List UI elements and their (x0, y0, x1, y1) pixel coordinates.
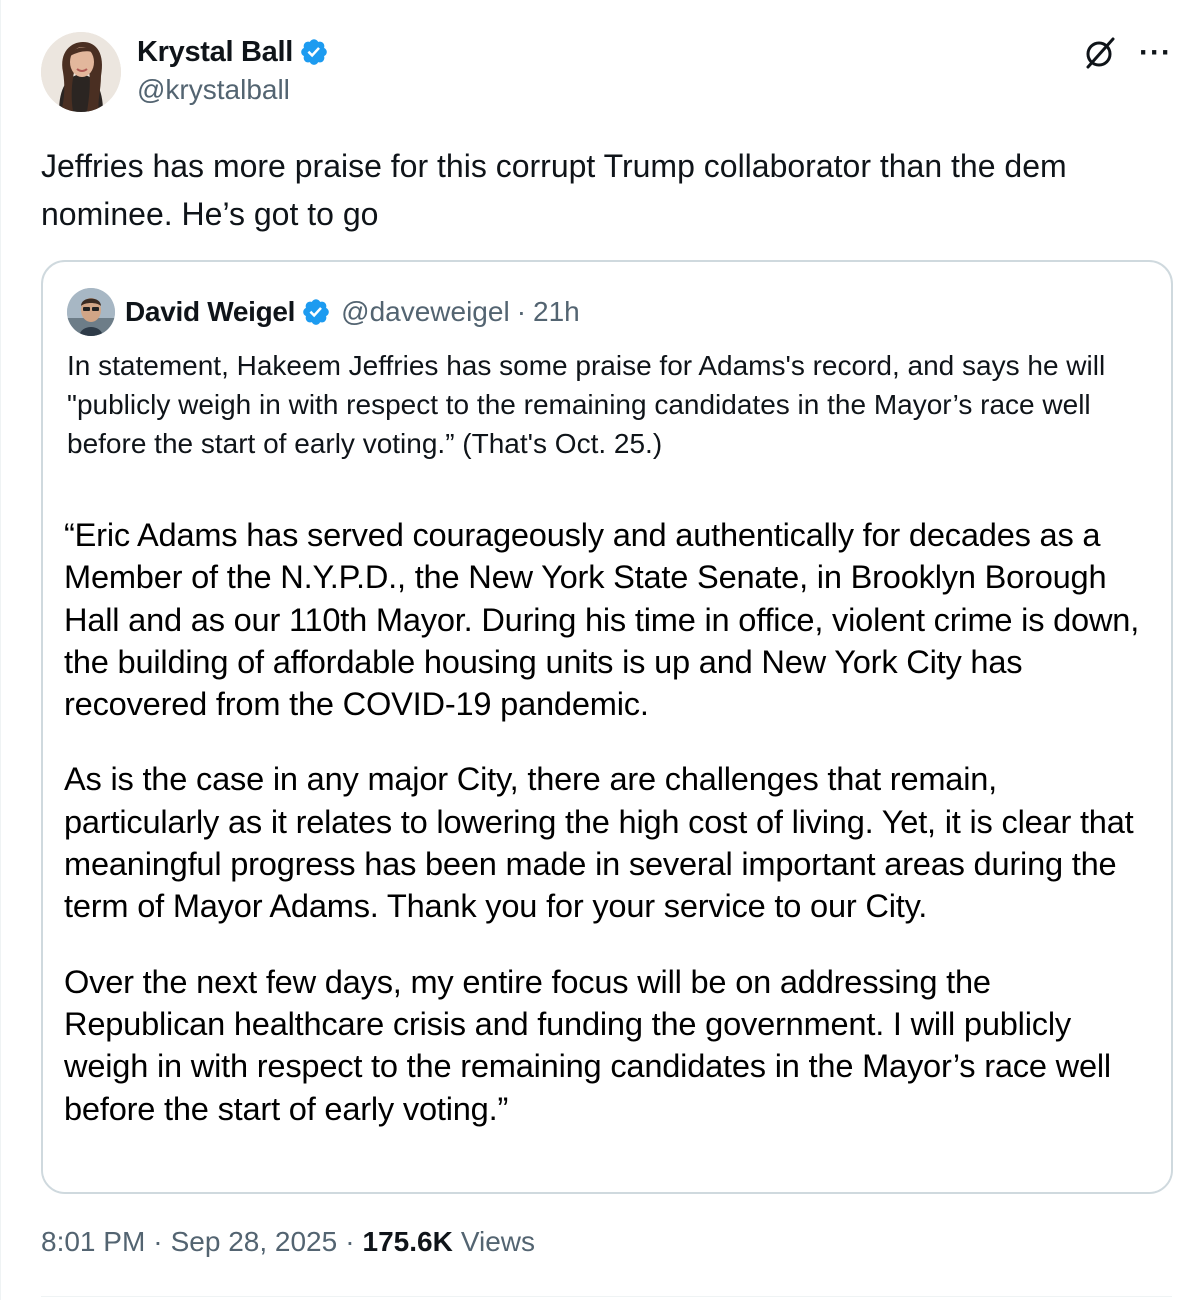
views-count: 175.6K (362, 1226, 453, 1257)
quoted-tweet-card[interactable]: David Weigel @daveweigel · 21h In statem… (41, 260, 1173, 1194)
quoted-author-handle: @daveweigel (341, 296, 510, 327)
grok-slash-icon[interactable] (1083, 36, 1117, 70)
quoted-author-avatar (67, 288, 115, 336)
author-avatar-image (41, 32, 121, 112)
post-time[interactable]: 8:01 PM (41, 1226, 145, 1258)
views-label: Views (460, 1226, 536, 1257)
author-info: Krystal Ball @krystalball (137, 34, 329, 106)
statement-paragraph-3: Over the next few days, my entire focus … (64, 962, 1111, 1127)
quoted-tweet-text: In statement, Hakeem Jeffries has some p… (67, 350, 1106, 459)
post-date[interactable]: Sep 28, 2025 (171, 1226, 338, 1258)
author-avatar[interactable] (41, 32, 121, 112)
divider (41, 1296, 1172, 1297)
footer-separator: · (345, 1226, 355, 1257)
quoted-author-display-name: David Weigel (125, 296, 296, 327)
tweet-top-actions: ··· (1083, 36, 1172, 70)
author-handle[interactable]: @krystalball (137, 74, 329, 106)
tweet-detail: Krystal Ball @krystalball ··· Jeffries h… (0, 0, 1202, 1300)
verified-badge-icon[interactable] (299, 37, 329, 67)
footer-separator: · (153, 1226, 163, 1257)
statement-paragraph-2: As is the case in any major City, there … (64, 760, 1134, 925)
quoted-timestamp: 21h (533, 296, 580, 327)
tweet-metadata: 8:01 PM · Sep 28, 2025 · 175.6K Views (41, 1226, 535, 1258)
quoted-separator: · (516, 296, 527, 327)
tweet-text: Jeffries has more praise for this corrup… (41, 148, 1067, 232)
author-display-name[interactable]: Krystal Ball (137, 36, 293, 69)
quoted-tweet-header: David Weigel @daveweigel · 21h (67, 288, 580, 336)
tweet-header: Krystal Ball @krystalball ··· (41, 32, 1172, 114)
statement-image[interactable]: “Eric Adams has served courageously and … (43, 494, 1171, 1192)
statement-paragraph-1: “Eric Adams has served courageously and … (64, 516, 1140, 723)
quoted-author-avatar-image (67, 288, 115, 336)
quoted-verified-badge-icon (303, 299, 329, 325)
more-options-icon[interactable]: ··· (1139, 36, 1172, 70)
